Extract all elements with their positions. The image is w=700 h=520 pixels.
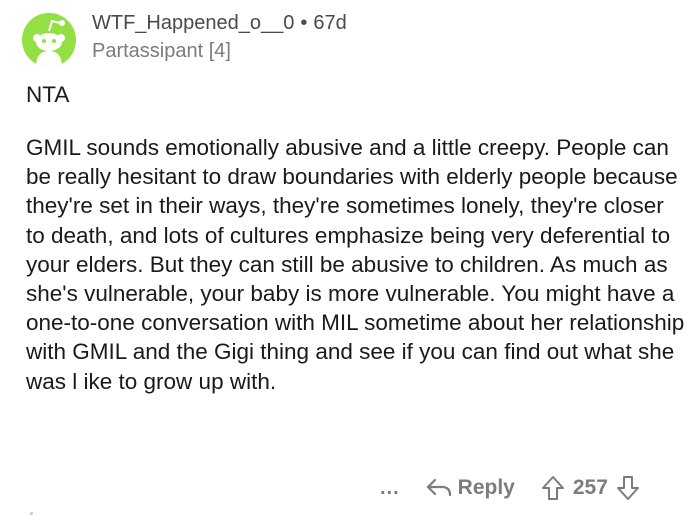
vote-controls: 257 [541,475,640,501]
upvote-arrow-icon[interactable] [541,475,565,501]
author-line: WTF_Happened_o__0 • 67d [92,10,347,36]
author-username[interactable]: WTF_Happened_o__0 [92,12,294,34]
vote-score: 257 [572,476,608,499]
reply-arrow-icon [426,478,451,497]
comment-actions: ... Reply 257 [380,472,640,504]
downvote-arrow-icon[interactable] [616,475,640,501]
reply-label: Reply [457,476,515,499]
comment-age: 67d [313,12,347,34]
more-options-button[interactable]: ... [380,477,400,500]
meta-separator: • [300,12,308,34]
thread-dot [30,512,33,515]
reply-button[interactable]: Reply [426,476,515,500]
user-avatar-icon[interactable] [22,13,76,67]
comment-paragraph: NTA [26,82,70,107]
comment-paragraph: GMIL sounds emotionally abusive and a li… [26,135,685,394]
user-flair: Partassipant [4] [92,40,231,62]
comment: WTF_Happened_o__0 • 67d Partassipant [4] N… [0,0,700,520]
